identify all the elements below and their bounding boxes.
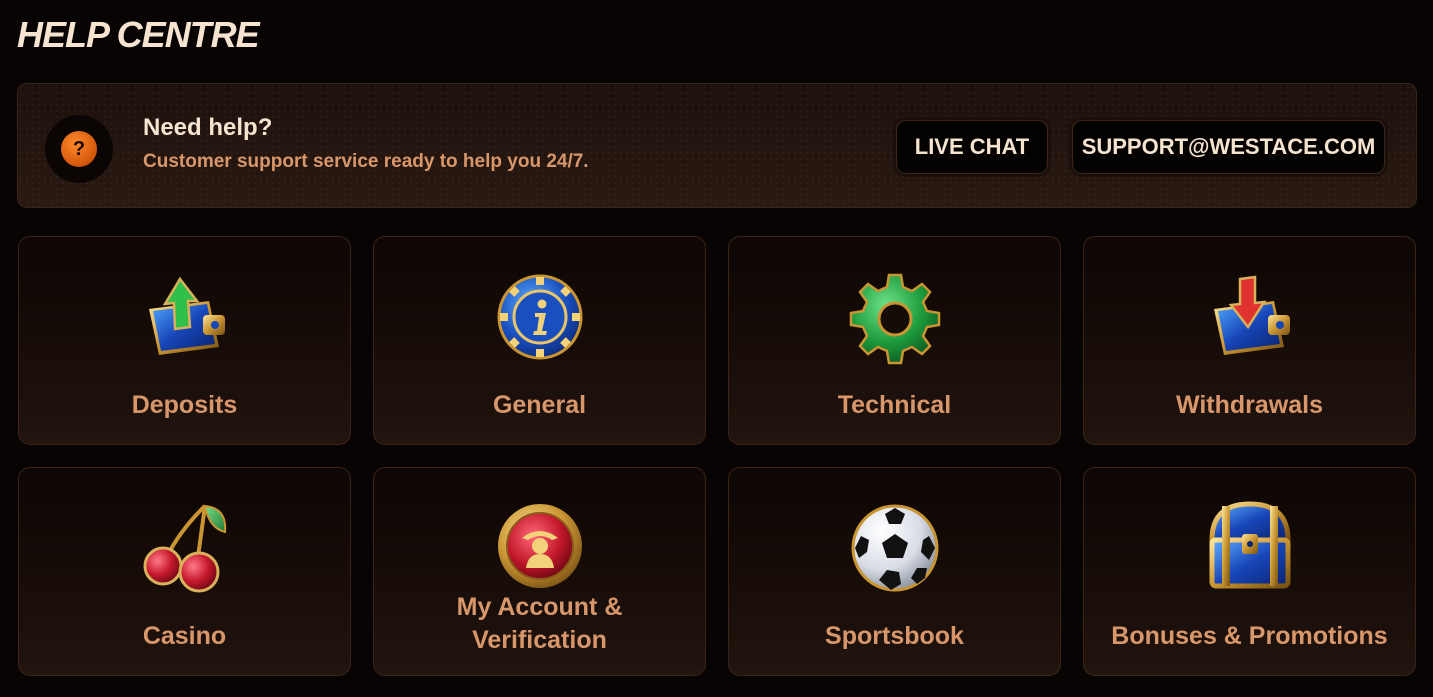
category-label: General [492,391,587,419]
category-label: Technical [837,391,952,419]
question-icon: ? [61,131,97,167]
support-email-button[interactable]: SUPPORT@WESTACE.COM [1072,120,1385,174]
category-label: Casino [142,622,227,650]
wallet-withdraw-icon [1200,269,1300,369]
category-card-my-account[interactable]: My Account & Verification [373,467,706,676]
treasure-chest-icon [1200,500,1300,600]
category-card-technical[interactable]: Technical [728,236,1061,445]
live-chat-button[interactable]: LIVE CHAT [896,120,1048,174]
category-label: Withdrawals [1175,391,1324,419]
soccer-ball-icon [845,500,945,600]
category-card-withdrawals[interactable]: Withdrawals [1083,236,1416,445]
gear-icon [845,269,945,369]
category-label: Sportsbook [825,622,964,650]
category-card-casino[interactable]: Casino [18,467,351,676]
help-subtitle: Customer support service ready to help y… [143,151,589,172]
category-card-bonuses[interactable]: Bonuses & Promotions [1083,467,1416,676]
category-card-sportsbook[interactable]: Sportsbook [728,467,1061,676]
category-label: Bonuses & Promotions [1111,622,1388,650]
wallet-deposit-icon [135,269,235,369]
category-card-general[interactable]: General [373,236,706,445]
category-label: My Account & Verification [456,593,623,654]
help-badge: ? [45,115,113,183]
page-title: HELP CENTRE [17,14,260,55]
help-heading: Need help? [143,114,273,141]
category-label: Deposits [131,391,238,419]
cherries-icon [135,500,235,600]
account-coin-icon [490,502,590,602]
category-card-deposits[interactable]: Deposits [18,236,351,445]
help-banner: ? Need help? Customer support service re… [17,83,1417,208]
info-chip-icon [490,269,590,369]
